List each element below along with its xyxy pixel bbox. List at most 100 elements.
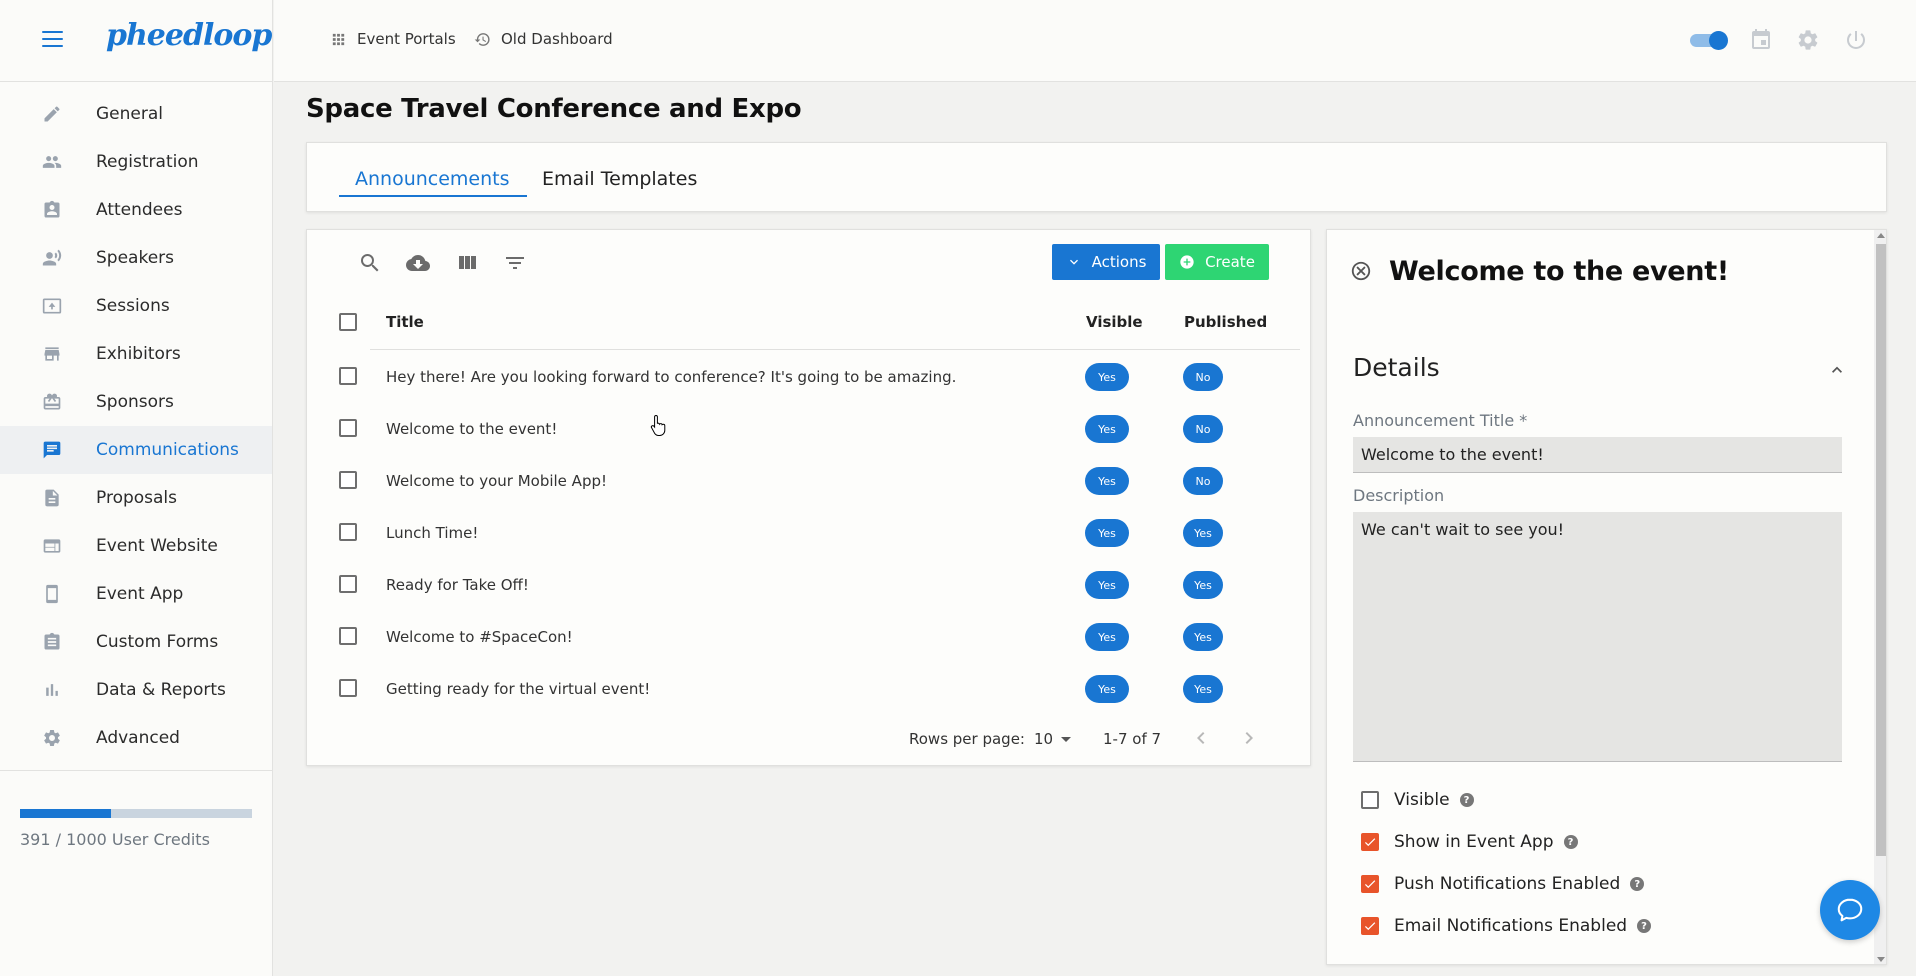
sidebar-item-event-website[interactable]: Event Website	[0, 522, 272, 570]
help-icon[interactable]: ?	[1563, 835, 1578, 849]
mode-toggle[interactable]	[1690, 31, 1728, 50]
show-in-app-checkbox-row[interactable]: Show in Event App ?	[1361, 832, 1578, 852]
sidebar-item-custom-forms[interactable]: Custom Forms	[0, 618, 272, 666]
rows-per-page-select[interactable]: 10	[1034, 730, 1072, 748]
search-icon[interactable]	[358, 251, 382, 275]
table-row[interactable]: Lunch Time! Yes Yes	[307, 507, 1312, 559]
visible-badge: Yes	[1085, 675, 1129, 703]
sidebar-item-exhibitors[interactable]: Exhibitors	[0, 330, 272, 378]
sidebar-item-registration[interactable]: Registration	[0, 138, 272, 186]
row-title: Lunch Time!	[386, 524, 479, 542]
sidebar-item-label: Proposals	[96, 488, 178, 508]
old-dashboard-label: Old Dashboard	[501, 30, 613, 48]
row-checkbox[interactable]	[339, 471, 357, 489]
column-header-title[interactable]: Title	[386, 313, 424, 331]
table-row[interactable]: Ready for Take Off! Yes Yes	[307, 559, 1312, 611]
old-dashboard-link[interactable]: Old Dashboard	[474, 30, 613, 48]
published-badge: Yes	[1183, 675, 1223, 703]
sidebar-divider	[0, 770, 273, 771]
sidebar-item-label: Advanced	[96, 728, 180, 748]
logo[interactable]: pheedloop	[106, 18, 272, 53]
sidebar-item-label: Sessions	[96, 296, 170, 316]
chevron-down-icon	[1069, 259, 1078, 265]
row-checkbox[interactable]	[339, 419, 357, 437]
published-badge: Yes	[1183, 623, 1223, 651]
row-checkbox[interactable]	[339, 575, 357, 593]
row-title: Welcome to #SpaceCon!	[386, 628, 573, 646]
sidebar-item-sessions[interactable]: Sessions	[0, 282, 272, 330]
create-button[interactable]: Create	[1165, 244, 1269, 280]
visible-badge: Yes	[1085, 363, 1129, 391]
tab-announcements[interactable]: Announcements	[355, 168, 510, 190]
table-row[interactable]: Getting ready for the virtual event! Yes…	[307, 663, 1312, 715]
help-icon[interactable]: ?	[1637, 919, 1652, 933]
column-header-visible[interactable]: Visible	[1086, 313, 1143, 331]
support-chat-button[interactable]	[1820, 880, 1880, 940]
row-checkbox[interactable]	[339, 627, 357, 645]
announcement-title-label: Announcement Title *	[1353, 411, 1528, 430]
columns-icon[interactable]	[455, 251, 479, 275]
calendar-icon[interactable]	[1749, 28, 1773, 52]
column-header-published[interactable]: Published	[1184, 313, 1267, 331]
help-icon[interactable]: ?	[1630, 877, 1645, 891]
event-portals-link[interactable]: Event Portals	[330, 30, 456, 48]
chevron-up-icon[interactable]	[1827, 360, 1847, 380]
check-icon	[1364, 880, 1376, 889]
sidebar-item-event-app[interactable]: Event App	[0, 570, 272, 618]
chevron-left-icon[interactable]	[1189, 726, 1213, 750]
sidebar-item-advanced[interactable]: Advanced	[0, 714, 272, 762]
close-circle-icon[interactable]	[1350, 260, 1372, 282]
table-row[interactable]: Welcome to #SpaceCon! Yes Yes	[307, 611, 1312, 663]
power-icon[interactable]	[1844, 28, 1868, 52]
sidebar-item-data-reports[interactable]: Data & Reports	[0, 666, 272, 714]
scroll-down-icon[interactable]	[1877, 957, 1885, 962]
scroll-up-icon[interactable]	[1877, 233, 1885, 238]
menu-icon[interactable]	[42, 31, 63, 47]
sidebar-item-speakers[interactable]: Speakers	[0, 234, 272, 282]
visible-checkbox-label: Visible	[1394, 790, 1450, 810]
panel-scrollbar[interactable]	[1874, 230, 1886, 964]
detail-title: Welcome to the event!	[1389, 256, 1729, 287]
table-row[interactable]: Welcome to your Mobile App! Yes No	[307, 455, 1312, 507]
sidebar-item-label: Attendees	[96, 200, 183, 220]
sidebar-item-general[interactable]: General	[0, 90, 272, 138]
tab-email-templates[interactable]: Email Templates	[542, 168, 697, 190]
visible-checkbox[interactable]	[1361, 791, 1379, 809]
caret-down-icon	[1061, 736, 1072, 742]
sidebar-item-label: Exhibitors	[96, 344, 181, 364]
session-icon	[42, 296, 62, 316]
actions-button[interactable]: Actions	[1052, 244, 1160, 280]
sidebar-item-label: Registration	[96, 152, 199, 172]
cloud-download-icon[interactable]	[406, 251, 430, 275]
scrollbar-thumb[interactable]	[1876, 244, 1886, 856]
email-notifications-checkbox[interactable]	[1361, 917, 1379, 935]
announcement-title-field[interactable]: Welcome to the event!	[1353, 437, 1842, 473]
phone-icon	[42, 584, 62, 604]
email-notifications-checkbox-row[interactable]: Email Notifications Enabled ?	[1361, 916, 1652, 936]
row-title: Ready for Take Off!	[386, 576, 529, 594]
topbar: Event Portals Old Dashboard	[274, 0, 1916, 82]
row-checkbox[interactable]	[339, 679, 357, 697]
filter-icon[interactable]	[503, 251, 527, 275]
sidebar-item-sponsors[interactable]: Sponsors	[0, 378, 272, 426]
push-notifications-checkbox-row[interactable]: Push Notifications Enabled ?	[1361, 874, 1645, 894]
show-in-app-checkbox[interactable]	[1361, 833, 1379, 851]
gear-icon	[42, 728, 62, 748]
description-field[interactable]: We can't wait to see you!	[1353, 512, 1842, 762]
visible-checkbox-row[interactable]: Visible ?	[1361, 790, 1474, 810]
row-checkbox[interactable]	[339, 523, 357, 541]
sidebar-item-communications[interactable]: Communications	[0, 426, 272, 474]
sidebar-item-proposals[interactable]: Proposals	[0, 474, 272, 522]
select-all-checkbox[interactable]	[339, 313, 357, 331]
sidebar-item-attendees[interactable]: Attendees	[0, 186, 272, 234]
chevron-right-icon[interactable]	[1237, 726, 1261, 750]
help-icon[interactable]: ?	[1459, 793, 1474, 807]
row-checkbox[interactable]	[339, 367, 357, 385]
grid-icon	[332, 33, 345, 45]
table-row[interactable]: Welcome to the event! Yes No	[307, 403, 1312, 455]
settings-gear-icon[interactable]	[1796, 28, 1820, 52]
check-icon	[1364, 838, 1376, 847]
table-row[interactable]: Hey there! Are you looking forward to co…	[307, 351, 1312, 403]
push-notifications-checkbox[interactable]	[1361, 875, 1379, 893]
description-label: Description	[1353, 486, 1445, 505]
